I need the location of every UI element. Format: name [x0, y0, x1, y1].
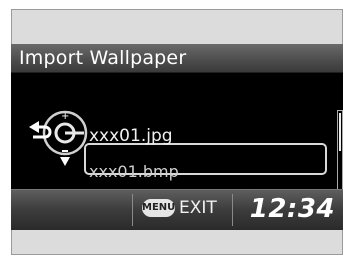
- divider: [132, 194, 133, 226]
- navigation-screen: Import Wallpaper xxx01.jpg xxx01.bmp + M…: [11, 44, 343, 230]
- screen-title: Import Wallpaper: [19, 47, 187, 69]
- exit-label[interactable]: EXIT: [179, 197, 217, 219]
- plus-sign: +: [61, 111, 69, 122]
- title-bar: Import Wallpaper: [11, 44, 343, 73]
- minus-sign: [62, 150, 68, 152]
- list-item[interactable]: xxx01.jpg: [89, 125, 173, 147]
- footer-bar: MENU EXIT 12:34: [11, 189, 343, 230]
- clock: 12:34: [249, 194, 335, 224]
- list-item[interactable]: xxx01.bmp: [89, 161, 179, 183]
- down-triangle-icon[interactable]: [60, 157, 70, 166]
- menu-button[interactable]: MENU: [142, 199, 175, 217]
- scrollbar-thumb[interactable]: [339, 113, 341, 151]
- divider: [232, 194, 233, 226]
- interface-dial-icon: +: [29, 110, 88, 166]
